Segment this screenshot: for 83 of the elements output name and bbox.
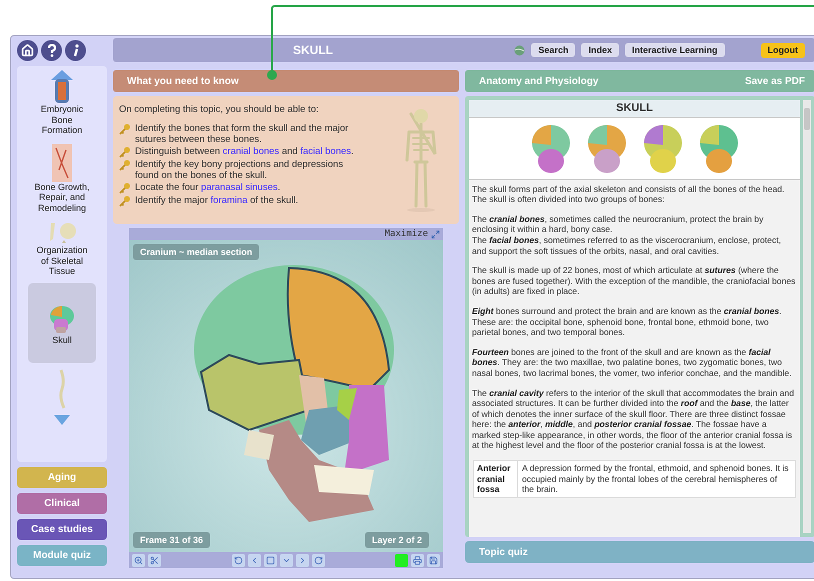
topic-item[interactable]: Bone Growth, Repair, and Remodeling [28,142,96,215]
info-button[interactable] [65,40,86,60]
nav-button[interactable]: Interactive Learning [624,43,724,57]
save-button[interactable] [427,554,440,566]
objective-text: Identify the major foramina of the skull. [135,195,300,206]
zoom-icon [134,556,143,564]
article-title: SKULL [469,100,800,118]
home-button[interactable] [17,40,38,60]
help-button[interactable] [41,40,62,60]
rotate-left-icon [234,556,242,564]
save-icon [429,556,438,564]
objective-text: Locate the four paranasal sinuses. [135,182,282,193]
table-cell: A depression formed by the frontal, ethmoid, and sphenoid bones. It is occupied mainly by the frontal lobes of the cerebral hemispheres of the brain. [518,460,796,498]
paragraph-text: The cranial cavity refers to the interior of the skull that accommodates the brain and associated structures. It can be further divided into the roof and the base, the latter of which denotes the inner surface of the skull floor. There are three distinct fossae here: the anterior, middle, and posterior cranial fossae. The fossae have a marked step-like appearance, in other words, the floor of the anterior cranial fossa is at the highest level and the floor of the posterior cranial fossa is at the lowest. [472,388,795,452]
paragraph-text: The skull is made up of 22 bones, most of which articulate at sutures (where the bones are fused together). With the exception of the mandible, the craniofacial bones (in adults) are fixed in place. [472,265,796,297]
playback-button[interactable] [296,554,308,566]
square-icon [266,556,274,564]
key-icon [119,159,131,171]
table-cell: Anterior cranial fossa [474,460,518,498]
topic-label: Embryonic Bone Formation [40,104,84,136]
topic-label: Skull [52,334,72,345]
term-link[interactable]: paranasal sinuses [201,182,278,193]
objective-text: Identify the key bony projections and depressions found on the bones of the skull. [135,159,344,181]
info-icon [72,44,80,56]
print-button[interactable] [411,554,424,566]
nav-button[interactable]: Search [531,43,576,57]
objective-text: Distinguish between cranial bones and facial bones. [135,146,355,157]
topic-item[interactable]: Organization of Skeletal Tissue [28,219,96,278]
section-title: What you need to know [127,76,239,86]
scrollbar[interactable] [803,100,811,533]
layer-counter: Layer 2 of 2 [364,532,429,548]
frame-counter: Frame 31 of 36 [133,532,210,548]
page-title: SKULL [293,43,334,57]
skull-drawing [698,122,740,175]
intro-text: On completing this topic, you should be able to: [119,104,320,115]
term-link[interactable]: foramina [210,195,248,206]
color-swatch-button[interactable] [395,554,408,566]
question-mark-icon [46,44,56,56]
key-icon [119,123,131,135]
logout-button[interactable]: Logout [760,42,805,58]
paragraph-text: The skull forms part of the axial skeleton and consists of all the bones of the head. The skull is often divided into two groups of bones: [472,184,786,205]
skull-drawing [530,122,572,175]
bone-model-icon [51,70,73,104]
paragraph-text: The cranial bones, sometimes called the neurocranium, protect the brain by enclosing it within a hard, bony case. [472,214,764,235]
tool-button[interactable] [132,554,145,566]
rotate-right-icon [314,556,322,564]
objective-text: Identify the bones that form the skull and the major sutures between these bones. [135,123,350,145]
paragraph-text: Eight bones surround and protect the brain and are known as the cranial bones. These are: the occipital bone, sphenoid bone, frontal bone, ethmoid bone, two parietal bones, and two temporal bones. [472,306,783,338]
key-icon [119,195,131,207]
home-icon [21,44,34,56]
playback-button[interactable] [312,554,324,566]
tool-button[interactable] [148,554,161,566]
playback-button[interactable] [248,554,260,566]
view-caption: Cranium ~ median section [133,244,260,260]
playback-button[interactable] [280,554,292,566]
term-link[interactable]: facial bones [300,146,352,157]
maximize-icon[interactable] [431,230,440,238]
nav-button[interactable]: Index [581,43,619,57]
topic-label: Bone Growth, Repair, and Remodeling [34,182,90,213]
globe-icon[interactable] [514,44,526,56]
skull-icon [49,304,75,334]
spine-icon [57,369,67,409]
section-title: Anatomy and Physiology [479,76,598,86]
print-icon [413,556,422,564]
playback-button[interactable] [232,554,244,566]
key-icon [119,182,131,194]
skull-drawing [642,122,684,175]
category-button[interactable]: Clinical [17,493,107,514]
term-link[interactable]: cranial bones [222,146,280,157]
topic-item[interactable]: Skull [28,282,96,363]
paragraph-text: Fourteen bones are joined to the front of the skull and are known as the facial bones. They are: the two maxillae, two palatine bones, two zygomatic bones, two nasal bones, two lacrimal bones, the vomer, two inferior conchae, and the mandible. [472,346,793,378]
bone-tissue-icon [50,144,74,182]
category-button[interactable]: Case studies [17,519,107,540]
topic-item[interactable]: Embryonic Bone Formation [28,68,96,138]
skull-drawing [586,122,628,175]
paragraph-text: The facial bones, sometimes referred to as the viscerocranium, enclose, protect, and support the soft tissues of the orbits, nasal, and oral cavities. [472,234,782,256]
model-viewport[interactable]: Cranium ~ median section Frame 31 of 36 Layer 2 of 2 [129,240,443,552]
maximize-label[interactable]: Maximize [384,229,428,239]
playback-button[interactable] [264,554,276,566]
scroll-down-icon[interactable] [54,415,70,425]
topic-label: Organization of Skeletal Tissue [35,245,89,276]
key-icon [119,146,131,158]
scissors-icon [150,556,159,564]
